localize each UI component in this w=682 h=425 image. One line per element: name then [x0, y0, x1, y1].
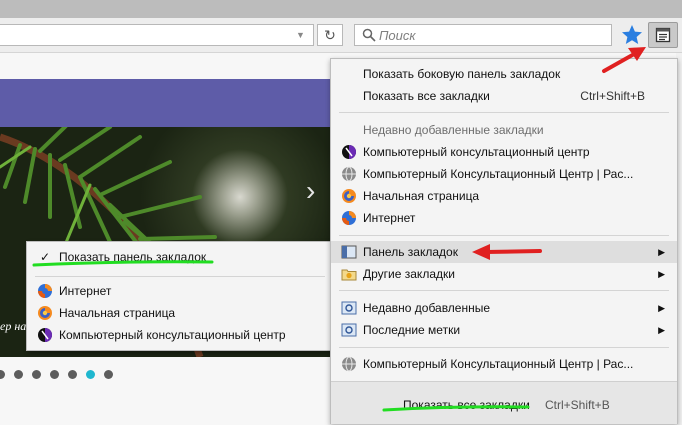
url-dropdown-icon[interactable]: ▼ — [296, 30, 306, 40]
search-box[interactable] — [354, 24, 612, 46]
firefox-icon — [38, 284, 52, 298]
separator — [339, 235, 669, 236]
slider-dot[interactable] — [68, 370, 77, 379]
firefox-icon — [342, 211, 356, 225]
slider-next-button[interactable]: › — [306, 177, 315, 205]
menu-item-label: Начальная страница — [59, 306, 176, 320]
firefox-icon — [342, 189, 356, 203]
separator — [339, 290, 669, 291]
bookmark-item[interactable]: Компьютерный Консультационный Центр | Ра… — [331, 353, 677, 375]
shortcut-label: Ctrl+Shift+B — [545, 398, 610, 412]
slider-dot[interactable] — [14, 370, 23, 379]
menu-item-label: Компьютерный Консультационный Центр | Ра… — [363, 357, 634, 371]
menu-header-label: Недавно добавленные закладки — [363, 123, 544, 137]
recent-bookmark-item[interactable]: Компьютерный Консультационный Центр | Ра… — [331, 163, 677, 185]
recent-bookmark-item[interactable]: Интернет — [331, 207, 677, 229]
slider-dots — [0, 370, 120, 382]
firefox-icon — [38, 306, 52, 320]
show-all-bookmarks-item[interactable]: Показать все закладки Ctrl+Shift+B — [331, 85, 677, 107]
slider-dot[interactable] — [50, 370, 59, 379]
show-bookmarks-toolbar-item[interactable]: ✓ Показать панель закладок — [27, 246, 331, 268]
menu-item-label: Недавно добавленные — [363, 301, 491, 315]
bookmarks-menu: Показать боковую панель закладок Показат… — [330, 58, 678, 424]
slider-dot[interactable] — [0, 370, 5, 379]
menu-item-label: Показать все закладки — [363, 89, 490, 103]
menu-item-label: Другие закладки — [363, 267, 455, 281]
bookmark-item[interactable]: Компьютерный консультационный центр — [27, 324, 331, 346]
slider-dot[interactable] — [32, 370, 41, 379]
globe-icon — [342, 356, 356, 372]
recent-bookmark-item[interactable]: Компьютерный консультационный центр — [331, 141, 677, 163]
separator — [339, 112, 669, 113]
search-icon — [362, 28, 376, 42]
bookmarks-list-icon — [655, 27, 671, 43]
show-bookmarks-sidebar-item[interactable]: Показать боковую панель закладок — [331, 63, 677, 85]
kcc-logo-icon — [342, 145, 356, 159]
folder-icon — [341, 269, 357, 281]
menu-item-label: Последние метки — [363, 323, 461, 337]
recent-bookmarks-header: Недавно добавленные закладки — [331, 119, 677, 141]
menu-item-label: Компьютерный консультационный центр — [363, 145, 590, 159]
smart-folder-icon — [341, 301, 357, 315]
bookmarks-toolbar-folder[interactable]: Панель закладок ▶ — [331, 241, 677, 263]
bookmarks-toolbar-icon — [341, 245, 357, 259]
recent-bookmark-item[interactable]: Начальная страница — [331, 185, 677, 207]
footer-label: Показать все закладки — [403, 398, 530, 412]
shortcut-label: Ctrl+Shift+B — [580, 89, 645, 103]
menu-item-label: Начальная страница — [363, 189, 480, 203]
smart-folder-recent-tags[interactable]: Последние метки ▶ — [331, 319, 677, 341]
show-all-bookmarks-footer[interactable]: Показать все закладки Ctrl+Shift+B — [331, 381, 677, 424]
smart-folder-icon — [341, 323, 357, 337]
globe-icon — [342, 166, 356, 182]
other-bookmarks-folder[interactable]: Другие закладки ▶ — [331, 263, 677, 285]
menu-item-label: Интернет — [59, 284, 112, 298]
menu-item-label: Компьютерный Консультационный Центр | Ра… — [363, 167, 634, 181]
submenu-arrow-icon: ▶ — [658, 269, 665, 279]
bookmark-star-button[interactable] — [620, 23, 644, 47]
menu-item-label: Панель закладок — [363, 245, 458, 259]
menu-item-label: Интернет — [363, 211, 416, 225]
submenu-arrow-icon: ▶ — [658, 247, 665, 257]
menu-item-label: Показать панель закладок — [59, 250, 207, 264]
submenu-arrow-icon: ▶ — [658, 303, 665, 313]
bookmark-item[interactable]: Интернет — [27, 280, 331, 302]
separator — [339, 347, 669, 348]
smart-folder-recently-added[interactable]: Недавно добавленные ▶ — [331, 297, 677, 319]
kcc-logo-icon — [38, 328, 52, 342]
search-input[interactable] — [379, 26, 605, 44]
browser-toolbar: ▼ ↻ — [0, 0, 682, 53]
bookmarks-toolbar-submenu: ✓ Показать панель закладок Интернет Нача… — [26, 241, 332, 351]
tab-strip — [0, 0, 682, 18]
slide-caption: ер на — [0, 319, 27, 333]
slider-dot[interactable] — [86, 370, 95, 379]
bookmarks-menu-button[interactable] — [648, 22, 678, 48]
reload-button[interactable]: ↻ — [317, 24, 343, 46]
bookmark-item[interactable]: Начальная страница — [27, 302, 331, 324]
menu-item-label: Компьютерный консультационный центр — [59, 328, 286, 342]
address-bar[interactable] — [0, 24, 314, 46]
menu-item-label: Показать боковую панель закладок — [363, 67, 561, 81]
submenu-arrow-icon: ▶ — [658, 325, 665, 335]
separator — [35, 276, 325, 277]
checkmark-icon: ✓ — [40, 250, 51, 264]
slider-dot[interactable] — [104, 370, 113, 379]
star-icon — [622, 25, 642, 44]
